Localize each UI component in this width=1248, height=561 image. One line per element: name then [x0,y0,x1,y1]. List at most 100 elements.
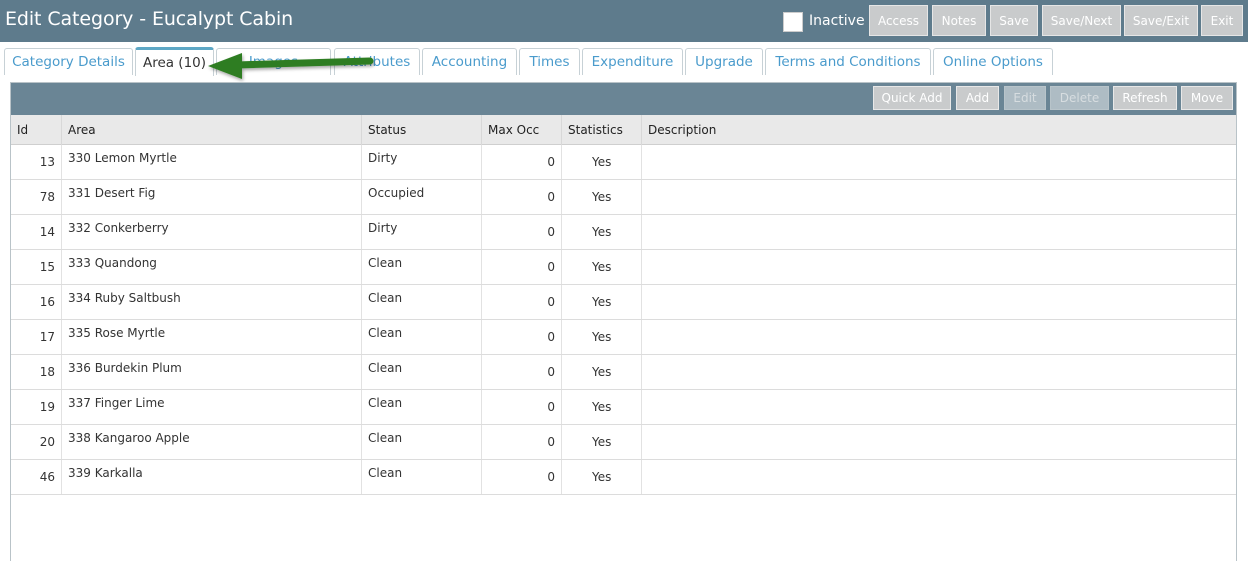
cell-description [642,180,1236,214]
cell-description [642,215,1236,249]
cell-statistics: Yes [562,425,642,459]
cell-status: Clean [362,285,482,319]
exit-button[interactable]: Exit [1201,5,1243,36]
save-next-button[interactable]: Save/Next [1042,5,1121,36]
area-panel: Quick Add Add Edit Delete Refresh Move I… [10,82,1237,561]
access-button[interactable]: Access [869,5,928,36]
cell-area: 339 Karkalla [62,460,362,494]
page-header: Edit Category - Eucalypt Cabin Inactive … [0,0,1248,42]
cell-id: 16 [11,285,62,319]
notes-button[interactable]: Notes [932,5,986,36]
add-button[interactable]: Add [956,86,999,110]
tab-terms-and-conditions[interactable]: Terms and Conditions [765,48,931,75]
table-row[interactable]: 18 336 Burdekin Plum Clean 0 Yes [11,355,1236,390]
cell-area: 334 Ruby Saltbush [62,285,362,319]
cell-id: 78 [11,180,62,214]
delete-button[interactable]: Delete [1050,86,1109,110]
table-row[interactable]: 16 334 Ruby Saltbush Clean 0 Yes [11,285,1236,320]
cell-max-occ: 0 [482,215,562,249]
grid-header: Id Area Status Max Occ Statistics Descri… [11,115,1236,145]
cell-max-occ: 0 [482,250,562,284]
tab-online-options[interactable]: Online Options [933,48,1053,75]
cell-description [642,320,1236,354]
cell-id: 20 [11,425,62,459]
refresh-button[interactable]: Refresh [1113,86,1177,110]
cell-id: 13 [11,145,62,179]
tab-upgrade[interactable]: Upgrade [685,48,763,75]
page-title: Edit Category - Eucalypt Cabin [5,8,294,30]
cell-area: 336 Burdekin Plum [62,355,362,389]
tab-accounting[interactable]: Accounting [422,48,517,75]
table-row[interactable]: 15 333 Quandong Clean 0 Yes [11,250,1236,285]
cell-max-occ: 0 [482,425,562,459]
column-header-statistics[interactable]: Statistics [562,115,642,145]
cell-id: 46 [11,460,62,494]
tab-expenditure[interactable]: Expenditure [582,48,683,75]
cell-status: Dirty [362,145,482,179]
cell-description [642,390,1236,424]
cell-status: Occupied [362,180,482,214]
inactive-checkbox[interactable] [783,12,803,32]
table-row[interactable]: 78 331 Desert Fig Occupied 0 Yes [11,180,1236,215]
cell-statistics: Yes [562,180,642,214]
cell-max-occ: 0 [482,460,562,494]
table-row[interactable]: 13 330 Lemon Myrtle Dirty 0 Yes [11,145,1236,180]
cell-statistics: Yes [562,215,642,249]
cell-max-occ: 0 [482,320,562,354]
move-button[interactable]: Move [1181,86,1233,110]
table-row[interactable]: 20 338 Kangaroo Apple Clean 0 Yes [11,425,1236,460]
cell-statistics: Yes [562,145,642,179]
cell-id: 17 [11,320,62,354]
column-header-description[interactable]: Description [642,115,1236,145]
cell-area: 332 Conkerberry [62,215,362,249]
cell-id: 18 [11,355,62,389]
cell-statistics: Yes [562,355,642,389]
table-row[interactable]: 46 339 Karkalla Clean 0 Yes [11,460,1236,495]
table-row[interactable]: 17 335 Rose Myrtle Clean 0 Yes [11,320,1236,355]
tab-times[interactable]: Times [519,48,580,75]
save-exit-button[interactable]: Save/Exit [1124,5,1198,36]
cell-status: Dirty [362,215,482,249]
cell-status: Clean [362,390,482,424]
column-header-status[interactable]: Status [362,115,482,145]
quick-add-button[interactable]: Quick Add [873,86,951,110]
column-header-area[interactable]: Area [62,115,362,145]
tab-area[interactable]: Area (10) [135,47,214,76]
cell-max-occ: 0 [482,180,562,214]
cell-status: Clean [362,460,482,494]
save-button[interactable]: Save [990,5,1038,36]
cell-statistics: Yes [562,460,642,494]
grid-body: 13 330 Lemon Myrtle Dirty 0 Yes 78 331 D… [11,145,1236,495]
cell-area: 337 Finger Lime [62,390,362,424]
cell-statistics: Yes [562,285,642,319]
cell-description [642,355,1236,389]
cell-description [642,460,1236,494]
cell-description [642,145,1236,179]
cell-area: 331 Desert Fig [62,180,362,214]
cell-statistics: Yes [562,320,642,354]
cell-id: 19 [11,390,62,424]
table-row[interactable]: 14 332 Conkerberry Dirty 0 Yes [11,215,1236,250]
cell-max-occ: 0 [482,145,562,179]
arrow-left-icon [208,53,374,79]
cell-status: Clean [362,250,482,284]
cell-status: Clean [362,425,482,459]
cell-max-occ: 0 [482,390,562,424]
tab-category-details[interactable]: Category Details [4,48,133,75]
cell-max-occ: 0 [482,355,562,389]
cell-description [642,425,1236,459]
cell-description [642,285,1236,319]
cell-area: 330 Lemon Myrtle [62,145,362,179]
cell-area: 338 Kangaroo Apple [62,425,362,459]
cell-id: 14 [11,215,62,249]
table-row[interactable]: 19 337 Finger Lime Clean 0 Yes [11,390,1236,425]
cell-status: Clean [362,355,482,389]
inactive-label: Inactive [809,13,865,29]
edit-button[interactable]: Edit [1004,86,1046,110]
cell-id: 15 [11,250,62,284]
grid-toolbar: Quick Add Add Edit Delete Refresh Move [11,83,1236,115]
column-header-max-occ[interactable]: Max Occ [482,115,562,145]
column-header-id[interactable]: Id [11,115,62,145]
cell-area: 333 Quandong [62,250,362,284]
cell-status: Clean [362,320,482,354]
